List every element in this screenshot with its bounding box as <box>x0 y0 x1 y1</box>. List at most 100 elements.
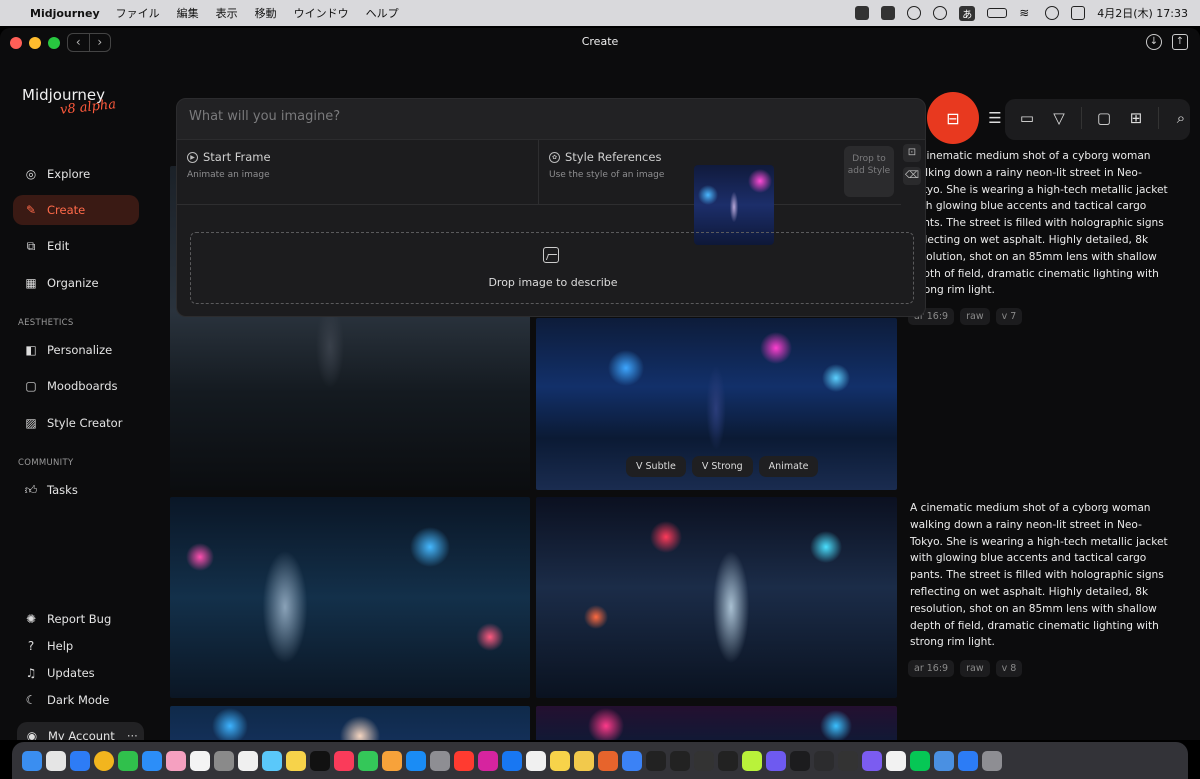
nav-create[interactable]: ✎ Create <box>13 195 139 225</box>
app-a-icon[interactable] <box>838 750 858 771</box>
app-gray-icon[interactable] <box>694 750 714 771</box>
describe-drop-zone[interactable]: Drop image to describe <box>190 232 914 304</box>
app-blue2-icon[interactable] <box>958 750 978 771</box>
clock-icon[interactable] <box>933 6 948 20</box>
nav-edit[interactable]: ⧉ Edit <box>13 231 139 261</box>
menu-help[interactable]: ヘルプ <box>366 5 399 21</box>
drop-add-style-zone[interactable]: Drop to add Style <box>844 146 894 197</box>
filter-icon[interactable]: ▽ <box>1043 102 1075 134</box>
image-prompt-icon[interactable]: ⊟ <box>927 92 979 144</box>
menu-app-name[interactable]: Midjourney <box>30 7 100 20</box>
nav-moodboards[interactable]: ▢ Moodboards <box>13 371 139 401</box>
menu-view[interactable]: 表示 <box>216 5 238 21</box>
zoom-window-button[interactable] <box>48 37 60 49</box>
grid-view-icon[interactable]: ⊞ <box>1120 102 1152 134</box>
bulb-icon[interactable] <box>550 750 570 771</box>
vary-subtle-button[interactable]: V Subtle <box>626 456 686 477</box>
tag-style[interactable]: raw <box>960 308 990 325</box>
photos-icon[interactable] <box>166 750 186 771</box>
tag-version[interactable]: v 7 <box>995 308 1023 325</box>
nav-explore[interactable]: ◎ Explore <box>13 159 139 189</box>
messages-icon[interactable] <box>118 750 138 771</box>
tv-icon[interactable] <box>310 750 330 771</box>
app-light-icon[interactable] <box>886 750 906 771</box>
notion-icon[interactable] <box>526 750 546 771</box>
canva-icon[interactable] <box>622 750 642 771</box>
vary-strong-button[interactable]: V Strong <box>691 456 753 477</box>
numbers-icon[interactable] <box>358 750 378 771</box>
animate-button[interactable]: Animate <box>758 456 819 477</box>
tag-version[interactable]: v 8 <box>995 660 1023 677</box>
app-purple-icon[interactable] <box>766 750 786 771</box>
nav-dark-mode[interactable]: ☾ Dark Mode <box>13 685 139 715</box>
menu-go[interactable]: 移動 <box>255 5 277 21</box>
prompt-text-1[interactable]: A cinematic medium shot of a cyborg woma… <box>910 148 1170 299</box>
download-icon[interactable]: ↓ <box>1146 34 1162 50</box>
chatgpt-icon[interactable] <box>670 750 690 771</box>
mail-icon[interactable] <box>142 750 162 771</box>
menu-edit[interactable]: 編集 <box>177 5 199 21</box>
lock-icon[interactable]: ⊡ <box>903 144 921 162</box>
notes-icon[interactable] <box>286 750 306 771</box>
music-icon[interactable] <box>334 750 354 771</box>
generated-image-6[interactable] <box>536 706 897 740</box>
forward-button[interactable]: › <box>90 34 111 51</box>
system-settings-icon[interactable] <box>430 750 450 771</box>
nav-tasks[interactable]: 👍︎ Tasks <box>13 475 139 505</box>
pages-icon[interactable] <box>382 750 402 771</box>
facebook-icon[interactable] <box>502 750 522 771</box>
nav-report-bug[interactable]: ✺ Report Bug <box>13 604 139 634</box>
app-orange-icon[interactable] <box>598 750 618 771</box>
search-icon[interactable]: ⌕ <box>1165 102 1197 134</box>
line-icon[interactable] <box>881 6 896 20</box>
folder-icon[interactable]: ▭ <box>1011 102 1043 134</box>
control-center-icon[interactable] <box>1071 6 1086 20</box>
app-violet-icon[interactable] <box>862 750 882 771</box>
line-app-icon[interactable] <box>910 750 930 771</box>
sliders-icon[interactable]: ☰ <box>979 102 1011 134</box>
generated-image-4[interactable] <box>536 497 897 698</box>
instagram-icon[interactable] <box>478 750 498 771</box>
input-method-indicator[interactable]: あ <box>959 5 976 21</box>
account-more-icon[interactable]: ··· <box>127 729 138 740</box>
calendar-icon[interactable] <box>190 750 210 771</box>
freeform-icon[interactable] <box>262 750 282 771</box>
perplexity-icon[interactable] <box>718 750 738 771</box>
account-row[interactable]: ◉ My Account ··· <box>17 721 144 740</box>
contacts-icon[interactable] <box>214 750 234 771</box>
spotlight-icon[interactable] <box>1045 6 1060 20</box>
nav-style-creator[interactable]: ▨ Style Creator <box>13 408 139 438</box>
imagine-input[interactable] <box>189 109 889 124</box>
status-app-icon[interactable] <box>855 6 870 20</box>
chrome-icon[interactable] <box>94 750 114 771</box>
chat-icon[interactable]: ▢ <box>1088 102 1120 134</box>
trash-icon[interactable]: ⌫ <box>903 167 921 185</box>
app-black-icon[interactable] <box>814 750 834 771</box>
keynote-icon[interactable] <box>574 750 594 771</box>
finder-icon[interactable] <box>22 750 42 771</box>
generated-image-2[interactable]: V Subtle V Strong Animate <box>536 318 897 490</box>
midjourney-icon[interactable] <box>790 750 810 771</box>
app-lime-icon[interactable] <box>742 750 762 771</box>
app-store-icon[interactable] <box>406 750 426 771</box>
launchpad-icon[interactable] <box>46 750 66 771</box>
reminders-icon[interactable] <box>238 750 258 771</box>
wifi-icon[interactable]: ≋ <box>1019 6 1033 20</box>
share-icon[interactable]: ↑ <box>1172 34 1188 50</box>
generated-image-3[interactable] <box>170 497 530 698</box>
tag-aspect-ratio[interactable]: ar 16:9 <box>908 660 955 677</box>
nav-updates[interactable]: ♫ Updates <box>13 658 139 688</box>
app-blue-icon[interactable] <box>934 750 954 771</box>
menu-file[interactable]: ファイル <box>116 5 160 21</box>
nav-organize[interactable]: ▦ Organize <box>13 268 139 298</box>
play-icon[interactable] <box>907 6 922 20</box>
battery-icon[interactable] <box>987 8 1008 18</box>
back-button[interactable]: ‹ <box>68 34 90 51</box>
tag-style[interactable]: raw <box>960 660 990 677</box>
safari-icon[interactable] <box>70 750 90 771</box>
nav-personalize[interactable]: ◧ Personalize <box>13 335 139 365</box>
close-window-button[interactable] <box>10 37 22 49</box>
trash-icon[interactable] <box>982 750 1002 771</box>
start-frame-panel[interactable]: ▶ Start Frame Animate an image <box>177 140 539 205</box>
youtube-icon[interactable] <box>454 750 474 771</box>
